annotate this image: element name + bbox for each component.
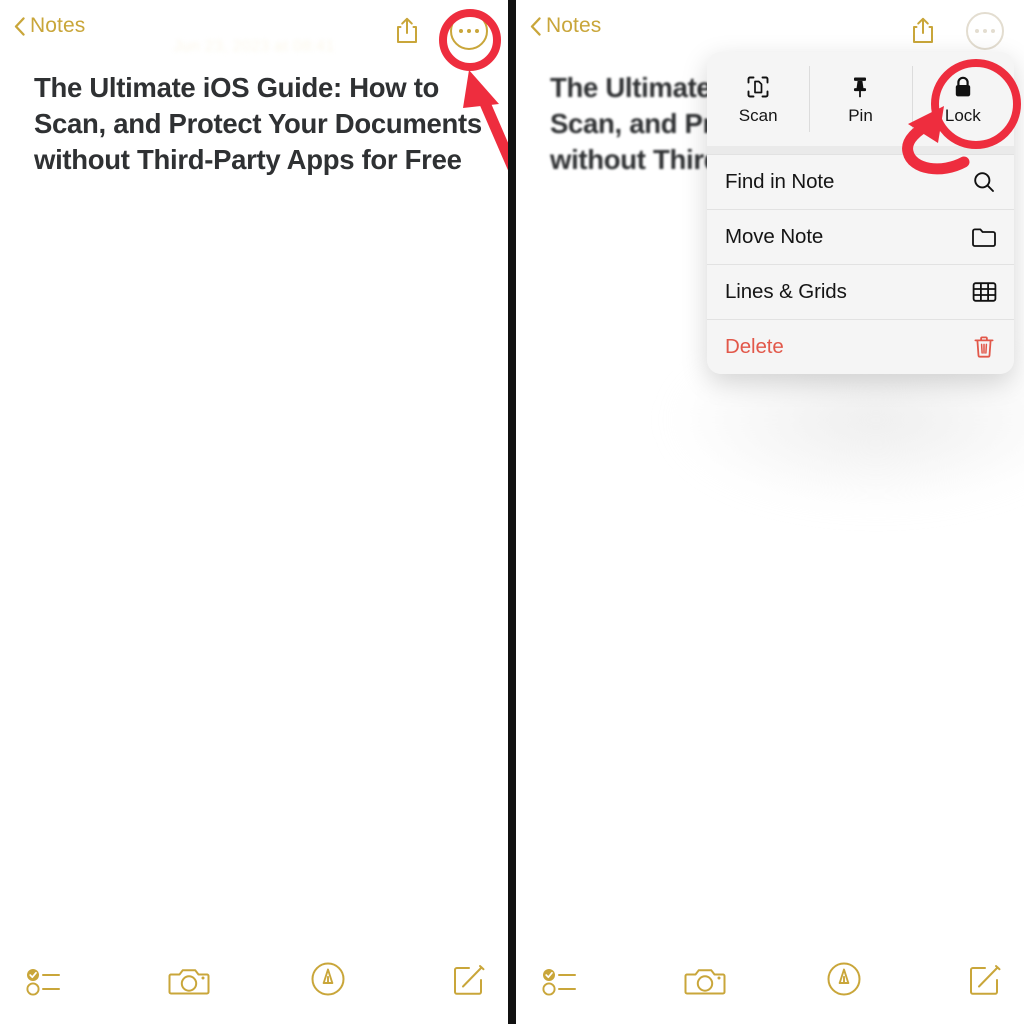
menu-item-label: Delete	[725, 335, 784, 358]
menu-item-label: Move Note	[725, 225, 824, 248]
camera-icon[interactable]	[168, 965, 210, 1002]
menu-item-lines-and-grids[interactable]: Lines & Grids	[707, 264, 1014, 319]
ellipsis-dot	[466, 28, 472, 34]
chevron-left-icon	[14, 16, 25, 36]
back-to-notes-button[interactable]: Notes	[14, 14, 85, 38]
back-to-notes-button[interactable]: Notes	[530, 14, 601, 38]
back-button-label: Notes	[546, 14, 602, 37]
note-title-left: The Ultimate iOS Guide: How to Scan, and…	[34, 70, 482, 178]
checklist-icon[interactable]	[26, 967, 62, 1002]
camera-icon[interactable]	[684, 965, 726, 1002]
screenshot-stage: Notes Jun 23, 2023 at 08:41 The Ultimate…	[0, 0, 1024, 1024]
compose-icon[interactable]	[452, 963, 486, 1002]
note-title-line: The Ultimate iOS Guide: How to	[34, 72, 440, 103]
back-button-label: Notes	[30, 14, 86, 37]
markup-pen-icon[interactable]	[826, 961, 862, 1002]
navigation-bar-right: Notes	[516, 0, 1024, 58]
menu-item-find-in-note[interactable]: Find in Note	[707, 154, 1014, 209]
note-title-line: Scan, and Protect Your Documents	[34, 108, 482, 139]
panel-divider	[508, 0, 516, 1024]
note-title-line: without Third-Party Apps for Free	[34, 144, 462, 175]
document-scan-icon	[746, 74, 770, 100]
checklist-icon[interactable]	[542, 967, 578, 1002]
menu-item-label: Lines & Grids	[725, 280, 847, 303]
ellipsis-dot	[990, 28, 996, 34]
share-icon[interactable]	[910, 16, 936, 46]
ellipsis-dot	[458, 28, 464, 34]
notes-screen-right: Notes The Ultimate Scan, and Pr without …	[516, 0, 1024, 1024]
ellipsis-dot	[974, 28, 980, 34]
context-menu-separator	[707, 146, 1014, 154]
menu-action-lock[interactable]: Lock	[911, 52, 1014, 146]
menu-action-label: Scan	[738, 106, 778, 125]
ellipsis-dot	[982, 28, 988, 34]
ellipsis-dot	[474, 28, 480, 34]
chevron-left-icon	[530, 16, 541, 36]
trash-icon	[971, 335, 997, 359]
navbar-actions-right	[910, 12, 1004, 50]
pushpin-icon	[849, 74, 871, 100]
context-menu-quick-actions: Scan Pin Lock	[707, 52, 1014, 146]
note-date-left: Jun 23, 2023 at 08:41	[173, 38, 335, 55]
menu-action-label: Pin	[848, 106, 873, 125]
menu-item-label: Find in Note	[725, 170, 835, 193]
menu-action-scan[interactable]: Scan	[707, 52, 809, 146]
bottom-toolbar-right	[516, 938, 1024, 1024]
menu-item-move-note[interactable]: Move Note	[707, 209, 1014, 264]
folder-icon	[971, 226, 997, 248]
bottom-toolbar-left	[0, 938, 508, 1024]
ellipsis-circle-icon[interactable]	[966, 12, 1004, 50]
compose-icon[interactable]	[968, 963, 1002, 1002]
search-icon	[971, 170, 997, 194]
menu-action-pin[interactable]: Pin	[809, 52, 911, 146]
menu-item-delete[interactable]: Delete	[707, 319, 1014, 374]
note-options-context-menu: Scan Pin Lock Find in Note Move Note Lin…	[707, 52, 1014, 374]
menu-action-label: Lock	[944, 106, 981, 125]
grid-icon	[971, 281, 997, 303]
markup-pen-icon[interactable]	[310, 961, 346, 1002]
notes-screen-left: Notes Jun 23, 2023 at 08:41 The Ultimate…	[0, 0, 508, 1024]
padlock-icon	[952, 74, 974, 100]
